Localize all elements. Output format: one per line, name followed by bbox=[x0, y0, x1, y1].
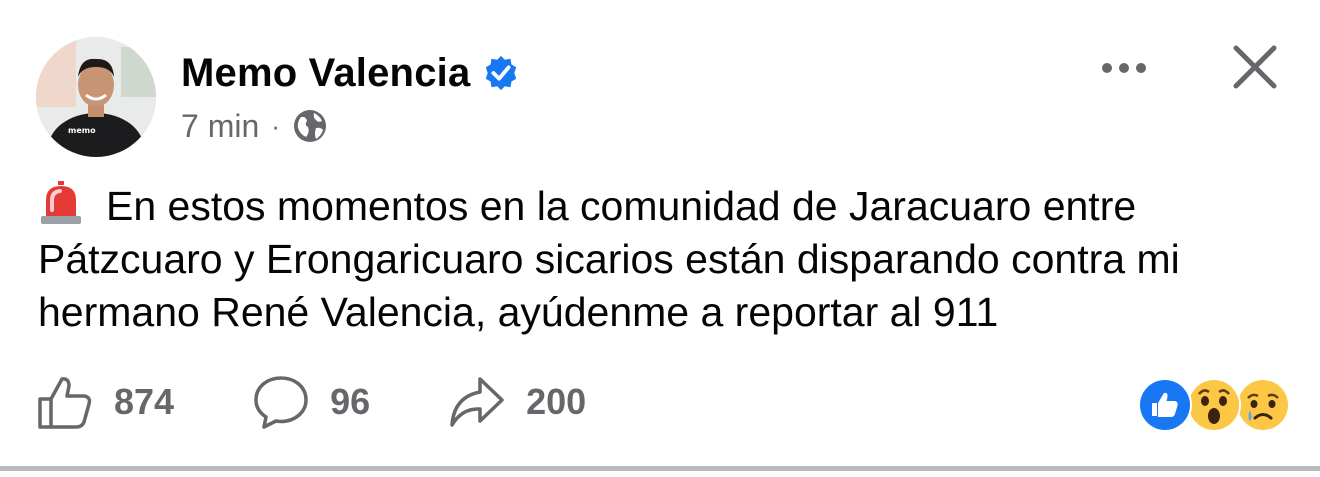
comment-icon bbox=[254, 376, 308, 429]
author-header: Memo Valencia bbox=[181, 48, 520, 98]
close-icon bbox=[1233, 45, 1277, 89]
thumbs-up-icon bbox=[38, 377, 92, 429]
svg-text:memo: memo bbox=[68, 126, 96, 135]
sad-reaction-icon bbox=[1236, 378, 1290, 432]
meta-separator: · bbox=[271, 110, 280, 141]
share-icon bbox=[450, 377, 504, 427]
comment-button[interactable]: 96 bbox=[252, 373, 370, 431]
like-button[interactable]: 874 bbox=[36, 373, 174, 431]
siren-emoji-icon bbox=[38, 180, 84, 226]
more-options-button[interactable] bbox=[1092, 46, 1156, 90]
close-button[interactable] bbox=[1226, 38, 1284, 96]
author-name[interactable]: Memo Valencia bbox=[181, 51, 470, 96]
share-button[interactable]: 200 bbox=[448, 373, 586, 431]
verified-badge-icon bbox=[482, 54, 520, 92]
reaction-summary[interactable] bbox=[1138, 378, 1290, 432]
comment-count: 96 bbox=[330, 381, 371, 422]
more-icon bbox=[1102, 63, 1146, 73]
post-text: En estos momentos en la comunidad de Jar… bbox=[38, 183, 1180, 335]
like-count: 874 bbox=[114, 381, 175, 422]
post-actions: 874 96 200 bbox=[36, 370, 586, 434]
post-divider bbox=[0, 466, 1320, 471]
avatar-photo: memo bbox=[36, 37, 156, 157]
wow-reaction-icon bbox=[1187, 378, 1241, 432]
post-timestamp[interactable]: 7 min bbox=[181, 108, 259, 145]
post-body: En estos momentos en la comunidad de Jar… bbox=[38, 180, 1298, 339]
share-count: 200 bbox=[526, 381, 587, 422]
globe-icon bbox=[292, 108, 328, 144]
post-meta: 7 min · bbox=[181, 104, 328, 148]
author-avatar[interactable]: memo bbox=[36, 37, 156, 157]
like-reaction-icon bbox=[1138, 378, 1192, 432]
